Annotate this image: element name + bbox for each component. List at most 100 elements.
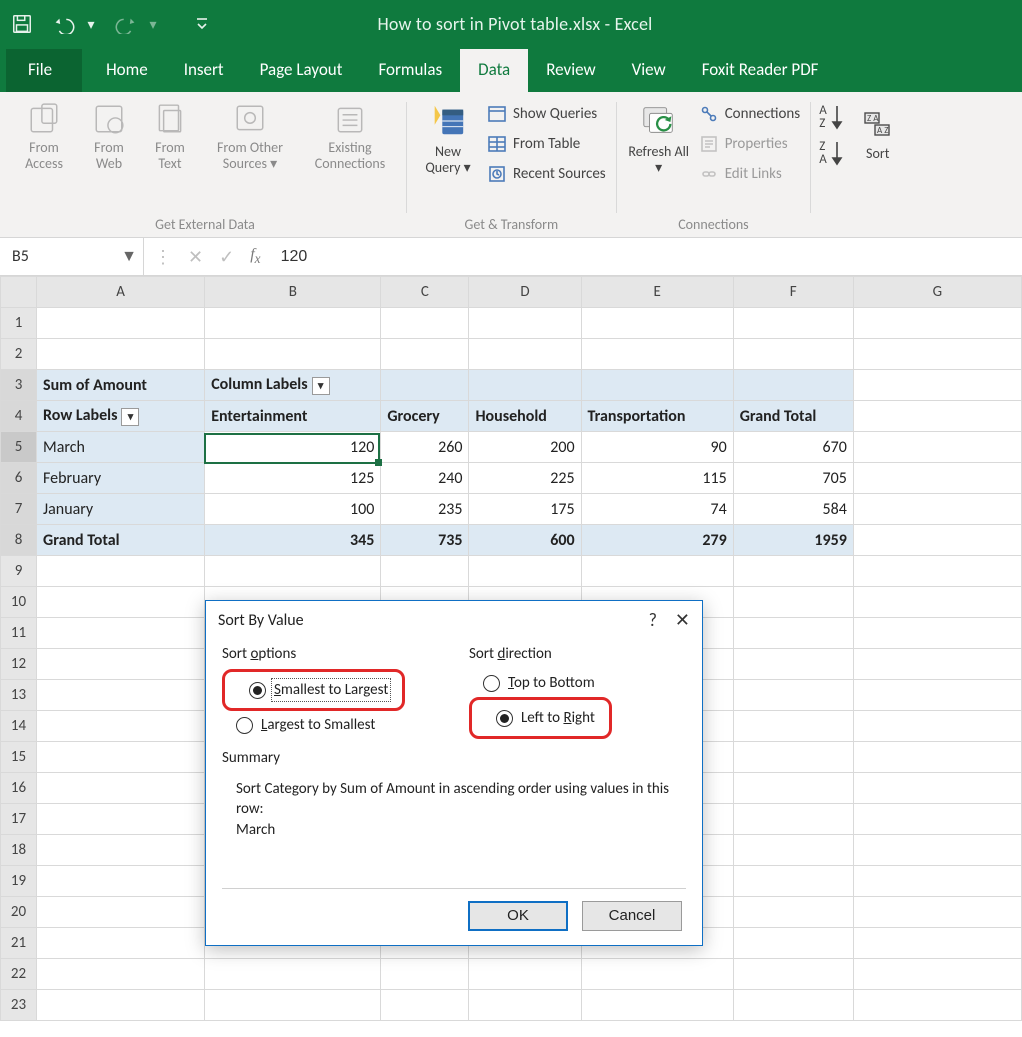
from-access-button[interactable]: From Access (12, 98, 76, 176)
row-January[interactable]: January (37, 494, 205, 525)
cell-E5[interactable]: 90 (581, 432, 733, 463)
row-header-15[interactable]: 15 (1, 742, 37, 773)
close-icon[interactable]: ✕ (675, 609, 690, 631)
opt-largest-label: Largest to Smallest (261, 716, 375, 734)
column-labels-filter-icon[interactable] (312, 377, 330, 395)
cat-3[interactable]: Transportation (581, 401, 733, 432)
tab-page-layout[interactable]: Page Layout (242, 49, 361, 92)
from-access-label: From Access (25, 139, 63, 172)
row-header-16[interactable]: 16 (1, 773, 37, 804)
tab-file[interactable]: File (6, 49, 82, 92)
redo-icon[interactable] (112, 10, 140, 38)
col-header-F[interactable]: F (733, 277, 853, 308)
row-header-7[interactable]: 7 (1, 494, 37, 525)
cat-1[interactable]: Grocery (381, 401, 469, 432)
from-table-button[interactable]: From Table (485, 130, 608, 158)
row-grand-total[interactable]: Grand Total (37, 525, 205, 556)
new-query-button[interactable]: New Query ▾ (415, 98, 481, 180)
from-text-button[interactable]: From Text (142, 98, 198, 176)
tab-data[interactable]: Data (460, 49, 528, 92)
select-all-corner[interactable] (1, 277, 37, 308)
tab-home[interactable]: Home (88, 49, 166, 92)
col-header-E[interactable]: E (581, 277, 733, 308)
cat-4[interactable]: Grand Total (733, 401, 853, 432)
properties-button[interactable]: Properties (697, 130, 803, 158)
col-header-B[interactable]: B (205, 277, 381, 308)
connections-button[interactable]: Connections (697, 100, 803, 128)
fx-icon[interactable]: fx (250, 246, 260, 267)
tab-insert[interactable]: Insert (166, 49, 242, 92)
cell-F5[interactable]: 670 (733, 432, 853, 463)
sort-desc-icon[interactable]: ZA (819, 140, 843, 166)
cell-C5[interactable]: 260 (381, 432, 469, 463)
radio-left-to-right[interactable]: Left to Right (482, 704, 601, 732)
sort-button[interactable]: Z A A Z Sort (853, 104, 903, 166)
qat-customize-icon[interactable] (188, 10, 216, 38)
pivot-sum-of[interactable]: Sum of Amount (37, 370, 205, 401)
row-header-17[interactable]: 17 (1, 804, 37, 835)
row-header-10[interactable]: 10 (1, 587, 37, 618)
tab-review[interactable]: Review (528, 49, 613, 92)
redo-dropdown-icon[interactable]: ▾ (146, 10, 160, 38)
name-box[interactable]: B5 ▼ (0, 238, 144, 275)
row-header-23[interactable]: 23 (1, 990, 37, 1021)
row-header-13[interactable]: 13 (1, 680, 37, 711)
row-March[interactable]: March (37, 432, 205, 463)
row-header-22[interactable]: 22 (1, 959, 37, 990)
row-header-6[interactable]: 6 (1, 463, 37, 494)
from-text-label: From Text (155, 139, 185, 172)
col-header-A[interactable]: A (37, 277, 205, 308)
cat-0[interactable]: Entertainment (205, 401, 381, 432)
group-label-transform: Get & Transform (465, 213, 559, 237)
ok-button[interactable]: OK (468, 901, 568, 931)
col-header-G[interactable]: G (853, 277, 1021, 308)
radio-largest-to-smallest[interactable]: Largest to Smallest (222, 711, 439, 739)
row-header-3[interactable]: 3 (1, 370, 37, 401)
cancel-button[interactable]: Cancel (582, 901, 682, 931)
cat-2[interactable]: Household (469, 401, 581, 432)
tab-view[interactable]: View (614, 49, 684, 92)
edit-links-button[interactable]: Edit Links (697, 160, 803, 188)
enter-icon[interactable]: ✓ (219, 246, 234, 268)
radio-top-to-bottom[interactable]: Top to Bottom (469, 669, 686, 697)
tab-formulas[interactable]: Formulas (360, 49, 460, 92)
show-queries-button[interactable]: Show Queries (485, 100, 608, 128)
row-header-2[interactable]: 2 (1, 339, 37, 370)
tab-foxit[interactable]: Foxit Reader PDF (684, 49, 837, 92)
cancel-icon[interactable]: ✕ (188, 246, 203, 268)
row-header-20[interactable]: 20 (1, 897, 37, 928)
undo-dropdown-icon[interactable]: ▾ (84, 10, 98, 38)
row-header-1[interactable]: 1 (1, 308, 37, 339)
existing-connections-button[interactable]: Existing Connections (302, 98, 398, 176)
row-header-19[interactable]: 19 (1, 866, 37, 897)
formula-input[interactable] (271, 238, 1022, 275)
from-web-button[interactable]: From Web (80, 98, 138, 176)
save-icon[interactable] (8, 10, 36, 38)
cell-D5[interactable]: 200 (469, 432, 581, 463)
row-header-18[interactable]: 18 (1, 835, 37, 866)
recent-sources-button[interactable]: Recent Sources (485, 160, 608, 188)
col-header-C[interactable]: C (381, 277, 469, 308)
col-header-D[interactable]: D (469, 277, 581, 308)
sort-asc-icon[interactable]: AZ (819, 104, 843, 130)
help-icon[interactable]: ? (649, 609, 657, 631)
row-header-11[interactable]: 11 (1, 618, 37, 649)
row-February[interactable]: February (37, 463, 205, 494)
row-header-9[interactable]: 9 (1, 556, 37, 587)
radio-smallest-to-largest[interactable]: Smallest to Largest (235, 676, 394, 704)
from-other-sources-button[interactable]: From Other Sources ▾ (202, 98, 298, 176)
row-labels-filter-icon[interactable] (121, 408, 139, 426)
edit-links-label: Edit Links (725, 165, 782, 183)
row-header-12[interactable]: 12 (1, 649, 37, 680)
row-header-5[interactable]: 5 (1, 432, 37, 463)
name-box-dropdown-icon[interactable]: ▼ (121, 247, 137, 266)
row-header-21[interactable]: 21 (1, 928, 37, 959)
row-header-4[interactable]: 4 (1, 401, 37, 432)
group-label-external: Get External Data (155, 213, 255, 237)
row-header-14[interactable]: 14 (1, 711, 37, 742)
radio-icon (496, 710, 513, 727)
cell-B5[interactable]: 120 (205, 432, 381, 463)
refresh-all-button[interactable]: Refresh All ▾ (625, 98, 693, 180)
undo-icon[interactable] (50, 10, 78, 38)
row-header-8[interactable]: 8 (1, 525, 37, 556)
